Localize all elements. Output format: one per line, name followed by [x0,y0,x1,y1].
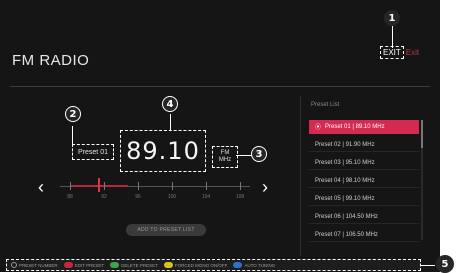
preset-item-label: Preset 06 | 104.50 MHz [315,213,378,220]
preset-item-label: Preset 01 | 89.10 MHz [325,123,385,130]
tuning-number: 108 [235,194,245,200]
tuning-needle[interactable] [98,178,100,192]
exit-button[interactable]: EXIT Exit [380,46,419,59]
blue-key-icon [233,262,243,268]
callout-badge: 5 [436,255,454,273]
page-title: FM RADIO [12,52,90,69]
tuning-tick [172,182,173,190]
number-key-icon [11,262,17,268]
legend-edit-preset: EDIT PRESET [63,262,105,268]
callout-line [236,155,252,156]
tuning-number: 104 [201,194,211,200]
preset-list-label: Preset List [311,102,340,108]
exit-label: Exit [405,48,420,57]
legend-label: DELETE PRESET [121,262,158,268]
preset-item[interactable]: Preset 02 | 91.90 MHz [309,138,419,152]
preset-item-label: Preset 07 | 106.50 MHz [315,231,378,238]
callout-line [392,26,393,48]
callout-badge: 4 [162,96,178,112]
frequency-display: 89.10 [120,130,206,172]
tuning-tick [70,182,71,190]
tuning-number: 100 [167,194,177,200]
callout-badge: 3 [251,146,267,162]
callout-line [72,126,73,144]
tuning-scale[interactable]: 88 92 96 100 104 108 [60,178,250,204]
tuning-number: 88 [67,194,73,200]
band-label: FM [220,150,230,156]
callout-badge: 2 [65,106,81,122]
preset-item-label: Preset 03 | 95.10 MHz [315,159,375,166]
tuning-tick [206,182,207,190]
legend-forced-mono: FORCED MONO ON/OFF [163,262,228,268]
preset-list-panel: Preset List ⦿ Preset 01 | 89.10 MHz Pres… [300,96,427,256]
yellow-key-icon [163,262,173,268]
preset-item[interactable]: Preset 03 | 95.10 MHz [309,156,419,170]
legend-label: PRESET NUMBER [19,262,58,268]
legend-label: EDIT PRESET [74,262,105,268]
tune-left-arrow-icon[interactable]: ‹ [38,178,44,196]
preset-item-label: Preset 02 | 91.90 MHz [315,141,375,148]
band-unit: FM MHz [212,146,238,168]
add-to-preset-list-button[interactable]: ADD TO PRESET LIST [126,224,206,236]
preset-item-label: Preset 05 | 99.10 MHz [315,195,375,202]
tuning-number: 92 [101,194,107,200]
green-key-icon [110,262,120,268]
tuning-tick [138,182,139,190]
preset-item[interactable]: Preset 07 | 106.50 MHz [309,228,419,242]
legend-label: AUTO TUNING [244,262,276,268]
fm-radio-screen: FM RADIO EXIT Exit Preset 01 89.10 FM MH… [0,0,440,272]
legend-auto-tuning: AUTO TUNING [233,262,275,268]
tuning-number: 96 [135,194,141,200]
playing-icon: ⦿ [315,125,322,131]
legend-delete-preset: DELETE PRESET [110,262,158,268]
callout-line [170,114,171,130]
preset-item-label: Preset 04 | 98.10 MHz [315,177,375,184]
callout-badge: 1 [384,10,400,26]
legend-label: FORCED MONO ON/OFF [174,262,228,268]
preset-list-scrollbar[interactable] [421,120,423,240]
preset-item[interactable]: ⦿ Preset 01 | 89.10 MHz [309,120,419,134]
preset-item[interactable]: Preset 04 | 98.10 MHz [309,174,419,188]
header-divider [10,86,430,87]
preset-list: ⦿ Preset 01 | 89.10 MHz Preset 02 | 91.9… [309,120,419,246]
callout-line [421,265,435,266]
tuning-tick [240,182,241,190]
legend-preset-number: PRESET NUMBER [11,262,58,268]
current-preset-name: Preset 01 [72,144,114,160]
scrollbar-thumb[interactable] [421,120,423,148]
remote-key-guide-bar: PRESET NUMBER EDIT PRESET DELETE PRESET … [6,259,421,271]
tuning-tick [104,182,105,190]
tune-right-arrow-icon[interactable]: › [262,178,268,196]
preset-item[interactable]: Preset 05 | 99.10 MHz [309,192,419,206]
red-key-icon [63,262,73,268]
preset-item[interactable]: Preset 06 | 104.50 MHz [309,210,419,224]
unit-label: MHz [218,157,232,163]
